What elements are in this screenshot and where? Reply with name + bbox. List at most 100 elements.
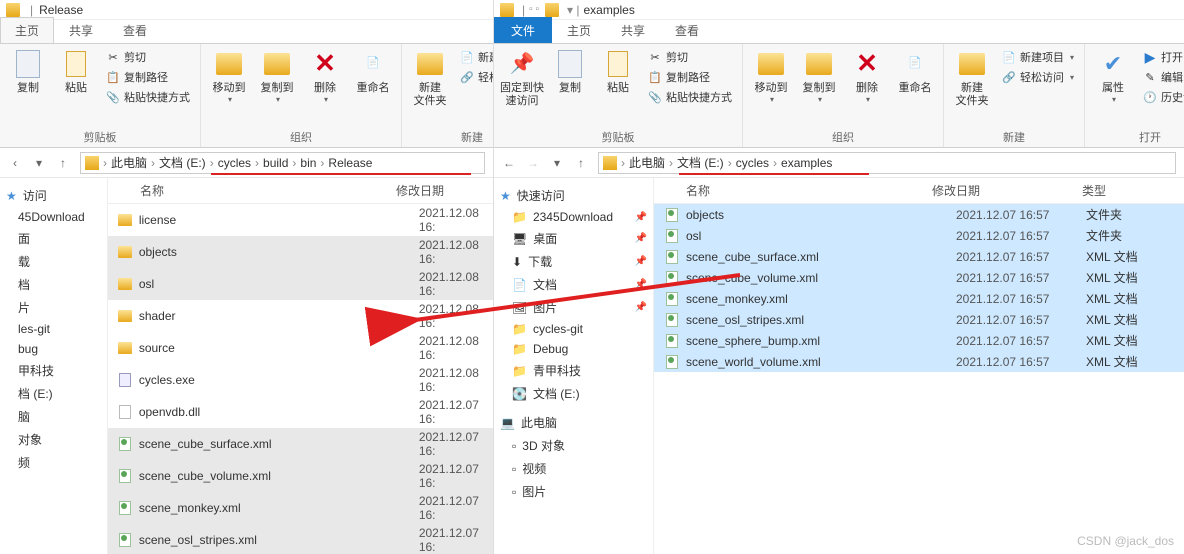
tab-file[interactable]: 文件	[494, 17, 552, 43]
sidebar-item[interactable]: 载	[0, 250, 107, 273]
breadcrumb-item[interactable]: Release	[324, 156, 376, 170]
file-row[interactable]: cycles.exe 2021.12.08 16:	[108, 364, 493, 396]
rename-button[interactable]: 📄重命名	[893, 48, 937, 97]
file-row[interactable]: openvdb.dll 2021.12.07 16:	[108, 396, 493, 428]
sidebar-item[interactable]: 📁2345Download📌	[494, 207, 653, 227]
sidebar-item[interactable]: 45Download	[0, 207, 107, 227]
history-button[interactable]: 🕐历史记录	[1139, 88, 1184, 106]
breadcrumb-item[interactable]: cycles	[732, 156, 773, 170]
sidebar-item[interactable]: les-git	[0, 319, 107, 339]
file-row[interactable]: scene_sphere_bump.xml 2021.12.07 16:57 X…	[654, 330, 1184, 351]
new-folder-button[interactable]: 新建 文件夹	[408, 48, 452, 110]
sidebar-item[interactable]: ▫图片	[494, 480, 653, 503]
tab-home[interactable]: 主页	[552, 17, 606, 43]
sidebar-item[interactable]: 🖼图片📌	[494, 296, 653, 319]
breadcrumb[interactable]: › 此电脑›文档 (E:)›cycles›build›bin›Release	[80, 152, 485, 174]
sidebar-quick-access[interactable]: ★访问	[0, 184, 107, 207]
breadcrumb-item[interactable]: 此电脑	[107, 156, 151, 170]
file-row[interactable]: osl 2021.12.08 16:	[108, 268, 493, 300]
breadcrumb-item[interactable]: examples	[777, 156, 836, 170]
sidebar-item[interactable]: 📁cycles-git	[494, 319, 653, 339]
copy-button[interactable]: 复制	[6, 48, 50, 97]
file-row[interactable]: scene_osl_stripes.xml 2021.12.07 16:57 X…	[654, 309, 1184, 330]
tab-share[interactable]: 共享	[606, 17, 660, 43]
sidebar-item[interactable]: ▫3D 对象	[494, 434, 653, 457]
breadcrumb-item[interactable]: 此电脑	[625, 156, 669, 170]
file-row[interactable]: scene_monkey.xml 2021.12.07 16:57 XML 文档	[654, 288, 1184, 309]
sidebar-item[interactable]: 频	[0, 451, 107, 474]
sidebar-item[interactable]: 片	[0, 296, 107, 319]
sidebar-item[interactable]: 💽文档 (E:)	[494, 382, 653, 405]
cut-button[interactable]: ✂剪切	[102, 48, 194, 66]
col-date[interactable]: 修改日期	[388, 178, 452, 203]
tab-view[interactable]: 查看	[108, 17, 162, 43]
pin-button[interactable]: 📌固定到快 速访问	[500, 48, 544, 110]
sidebar-item[interactable]: ▫视频	[494, 457, 653, 480]
sidebar-item[interactable]: 档 (E:)	[0, 382, 107, 405]
file-row[interactable]: scene_world_volume.xml 2021.12.07 16:57 …	[654, 351, 1184, 372]
rename-button[interactable]: 📄重命名	[351, 48, 395, 97]
new-item-button[interactable]: 📄新建项目	[456, 48, 493, 66]
delete-button[interactable]: ✕删除	[845, 48, 889, 107]
col-type[interactable]: 类型	[1074, 178, 1114, 203]
paste-shortcut-button[interactable]: 📎粘贴快捷方式	[102, 88, 194, 106]
file-row[interactable]: license 2021.12.08 16:	[108, 204, 493, 236]
paste-button[interactable]: 粘贴	[54, 48, 98, 97]
file-row[interactable]: objects 2021.12.08 16:	[108, 236, 493, 268]
file-row[interactable]: source 2021.12.08 16:	[108, 332, 493, 364]
file-row[interactable]: scene_osl_stripes.xml 2021.12.07 16:	[108, 524, 493, 554]
col-name[interactable]: 名称	[654, 178, 924, 203]
col-date[interactable]: 修改日期	[924, 178, 1074, 203]
sidebar-item[interactable]: 📁青甲科技	[494, 359, 653, 382]
file-row[interactable]: scene_monkey.xml 2021.12.07 16:	[108, 492, 493, 524]
delete-button[interactable]: ✕删除	[303, 48, 347, 107]
copy-to-button[interactable]: 复制到	[797, 48, 841, 107]
nav-back[interactable]: ←	[498, 152, 520, 174]
paste-button[interactable]: 粘贴	[596, 48, 640, 97]
tab-home[interactable]: 主页	[0, 17, 54, 43]
sidebar-this-pc[interactable]: 💻此电脑	[494, 411, 653, 434]
sidebar-item[interactable]: 甲科技	[0, 359, 107, 382]
properties-button[interactable]: ✔属性	[1091, 48, 1135, 107]
open-button[interactable]: ▶打开	[1139, 48, 1184, 66]
nav-forward[interactable]: →	[522, 152, 544, 174]
edit-button[interactable]: ✎编辑	[1139, 68, 1184, 86]
move-to-button[interactable]: 移动到	[749, 48, 793, 107]
file-row[interactable]: osl 2021.12.07 16:57 文件夹	[654, 225, 1184, 246]
new-folder-button[interactable]: 新建 文件夹	[950, 48, 994, 110]
nav-back[interactable]: ‹	[4, 152, 26, 174]
breadcrumb[interactable]: › 此电脑›文档 (E:)›cycles›examples	[598, 152, 1176, 174]
nav-up[interactable]: ↑	[570, 152, 592, 174]
sidebar-quick-access[interactable]: ★快速访问	[494, 184, 653, 207]
sidebar-item[interactable]: 档	[0, 273, 107, 296]
sidebar-item[interactable]: 脑	[0, 405, 107, 428]
nav-up[interactable]: ↑	[52, 152, 74, 174]
sidebar-item[interactable]: 📁Debug	[494, 339, 653, 359]
tab-share[interactable]: 共享	[54, 17, 108, 43]
breadcrumb-item[interactable]: bin	[296, 156, 320, 170]
new-item-button[interactable]: 📄新建项目	[998, 48, 1078, 66]
file-row[interactable]: shader 2021.12.08 16:	[108, 300, 493, 332]
paste-shortcut-button[interactable]: 📎粘贴快捷方式	[644, 88, 736, 106]
file-row[interactable]: scene_cube_surface.xml 2021.12.07 16:57 …	[654, 246, 1184, 267]
copy-path-button[interactable]: 📋复制路径	[644, 68, 736, 86]
copy-button[interactable]: 复制	[548, 48, 592, 97]
file-row[interactable]: objects 2021.12.07 16:57 文件夹	[654, 204, 1184, 225]
file-row[interactable]: scene_cube_surface.xml 2021.12.07 16:	[108, 428, 493, 460]
move-to-button[interactable]: 移动到	[207, 48, 251, 107]
copy-path-button[interactable]: 📋复制路径	[102, 68, 194, 86]
sidebar-item[interactable]: 面	[0, 227, 107, 250]
sidebar-item[interactable]: 🖥桌面📌	[494, 227, 653, 250]
file-row[interactable]: scene_cube_volume.xml 2021.12.07 16:	[108, 460, 493, 492]
file-row[interactable]: scene_cube_volume.xml 2021.12.07 16:57 X…	[654, 267, 1184, 288]
nav-down[interactable]: ▾	[28, 152, 50, 174]
copy-to-button[interactable]: 复制到	[255, 48, 299, 107]
sidebar-item[interactable]: bug	[0, 339, 107, 359]
sidebar-item[interactable]: 对象	[0, 428, 107, 451]
breadcrumb-item[interactable]: 文档 (E:)	[673, 156, 728, 170]
nav-down[interactable]: ▾	[546, 152, 568, 174]
breadcrumb-item[interactable]: cycles	[214, 156, 255, 170]
cut-button[interactable]: ✂剪切	[644, 48, 736, 66]
col-name[interactable]: 名称	[108, 178, 388, 203]
sidebar-item[interactable]: 📄文档📌	[494, 273, 653, 296]
